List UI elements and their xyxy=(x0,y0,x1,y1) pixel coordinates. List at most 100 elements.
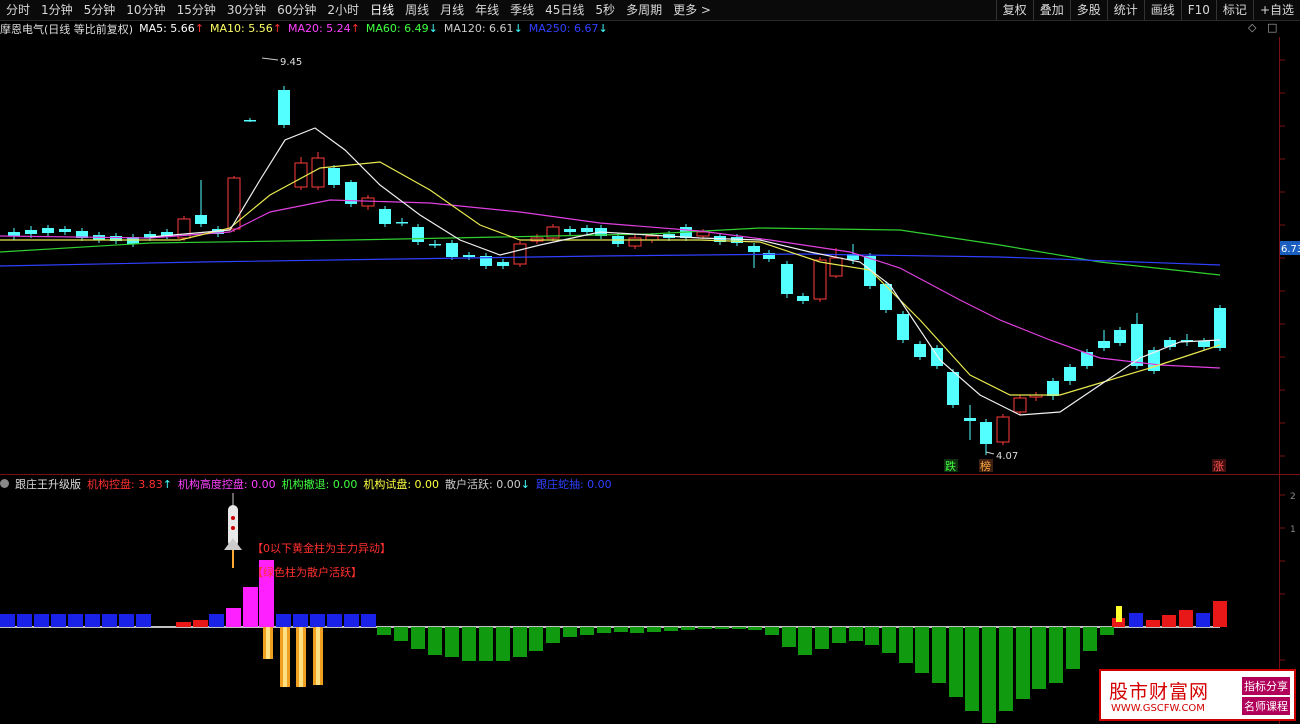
high-label-pointer xyxy=(261,57,279,61)
indicator-legend-0: 机构控盘: 3.83↑ xyxy=(87,476,172,492)
bar-green xyxy=(411,627,425,649)
indicator-title[interactable]: 跟庄王升级版 xyxy=(15,476,81,492)
bar-red xyxy=(1146,620,1160,627)
bar-blue xyxy=(310,614,325,627)
candle-body-down xyxy=(931,348,943,366)
candle-body-down xyxy=(914,344,926,357)
candle-body-down xyxy=(42,228,54,233)
indicator-legend-label: 机构高度控盘: 0.00 xyxy=(177,477,276,491)
bar-green xyxy=(428,627,442,655)
indicator-legend-4: 散户活跃: 0.00↓ xyxy=(445,476,530,492)
bar-blue xyxy=(327,614,342,627)
indicator-legend-label: 机构控盘: 3.83 xyxy=(87,477,163,491)
candle-body-down xyxy=(379,209,391,224)
bar-green xyxy=(849,627,863,641)
ma5-line xyxy=(149,127,1221,416)
candle-body-down xyxy=(463,255,475,257)
bar-green xyxy=(563,627,577,637)
ma250-line xyxy=(0,253,1221,267)
indicator-legend-5: 跟庄蛇抽: 0.00 xyxy=(536,476,612,492)
candle-body-down xyxy=(880,284,892,310)
candle-body-down xyxy=(781,264,793,294)
indicator-legend-label: 跟庄蛇抽: 0.00 xyxy=(535,477,612,491)
bar-magenta xyxy=(226,608,241,627)
watermark-url: WWW.GSCFW.COM xyxy=(1111,703,1205,714)
candle-body-down xyxy=(1214,308,1226,348)
bar-blue xyxy=(1196,613,1210,627)
bar-green xyxy=(1032,627,1046,689)
bar-green xyxy=(832,627,846,643)
bar-green xyxy=(748,627,762,630)
bar-green xyxy=(529,627,543,651)
ind-axis-label: 1 xyxy=(1290,525,1296,535)
indicator-legend-1: 机构高度控盘: 0.00 xyxy=(178,476,276,492)
bar-yellow xyxy=(1116,606,1122,622)
candle-body-up xyxy=(1013,397,1027,413)
candle-body-up xyxy=(361,197,375,207)
ma10-line xyxy=(0,161,1221,396)
bar-green xyxy=(949,627,963,697)
rocket-fin-icon xyxy=(224,538,242,550)
candle-body-down xyxy=(1114,330,1126,343)
indicator-toggle-icon[interactable] xyxy=(0,479,9,488)
bar-blue xyxy=(361,614,376,627)
marker-bang: 榜 xyxy=(980,459,991,473)
candle-body-down xyxy=(731,237,743,243)
bar-green xyxy=(698,627,712,629)
bar-blue xyxy=(51,614,66,627)
candle-body-down xyxy=(1047,381,1059,396)
marker-die: 跌 xyxy=(945,459,956,473)
low-label-pointer xyxy=(985,451,995,455)
bar-blue xyxy=(0,614,15,627)
watermark-tag-share: 指标分享 xyxy=(1242,677,1290,695)
bar-blue xyxy=(34,614,49,627)
candle-body-down xyxy=(278,90,290,125)
candle-body-down xyxy=(1064,367,1076,381)
bar-green xyxy=(496,627,510,661)
bar-green xyxy=(999,627,1013,711)
candle-body-down xyxy=(964,418,976,421)
candle-body-down xyxy=(446,243,458,257)
bar-green xyxy=(732,627,746,629)
bar-green xyxy=(479,627,493,661)
candle-body-down xyxy=(564,229,576,232)
bar-green xyxy=(865,627,879,645)
candle-body-down xyxy=(497,262,509,266)
bar-green xyxy=(982,627,996,723)
bar-gold-highlight xyxy=(266,627,270,659)
bar-green xyxy=(815,627,829,649)
rocket-window-icon xyxy=(231,516,235,520)
candle-body-up xyxy=(628,237,642,247)
bar-green xyxy=(1100,627,1114,635)
low-price-label: 4.07 xyxy=(996,451,1018,462)
bar-green xyxy=(715,627,729,629)
bar-green xyxy=(445,627,459,657)
candle-body-down xyxy=(328,168,340,185)
indicator-legend-arrow: ↑ xyxy=(162,477,172,491)
candle-body-up xyxy=(829,257,843,277)
indicator-legend-arrow: ↓ xyxy=(520,477,530,491)
bar-red xyxy=(1162,615,1176,627)
indicator-legend: 跟庄王升级版 机构控盘: 3.83↑ 机构高度控盘: 0.00 机构撤退: 0.00… xyxy=(0,475,618,492)
watermark-tag-course: 名师课程 xyxy=(1242,697,1290,715)
current-price-tag: 6.73 xyxy=(1281,244,1300,255)
bar-green xyxy=(1049,627,1063,683)
bar-blue xyxy=(209,614,224,627)
watermark-cn: 股市财富网 xyxy=(1109,681,1210,703)
watermark: 股市财富网 WWW.GSCFW.COM 指标分享 名师课程 xyxy=(1099,669,1296,721)
bar-blue xyxy=(276,614,291,627)
candle-body-down xyxy=(195,215,207,224)
bar-blue xyxy=(119,614,134,627)
bar-blue xyxy=(68,614,83,627)
candle-body-up xyxy=(996,416,1010,443)
bar-green xyxy=(513,627,527,657)
ind-axis-label: 2 xyxy=(1290,492,1296,502)
bar-green xyxy=(932,627,946,683)
candle-body-down xyxy=(244,120,256,122)
bar-green xyxy=(882,627,896,653)
bar-red xyxy=(176,622,191,627)
bar-red xyxy=(1179,610,1193,627)
bar-green xyxy=(681,627,695,630)
candle-body-down xyxy=(1081,352,1093,366)
note-gold-bar: 【0以下黄金柱为主力异动】 xyxy=(252,541,391,555)
